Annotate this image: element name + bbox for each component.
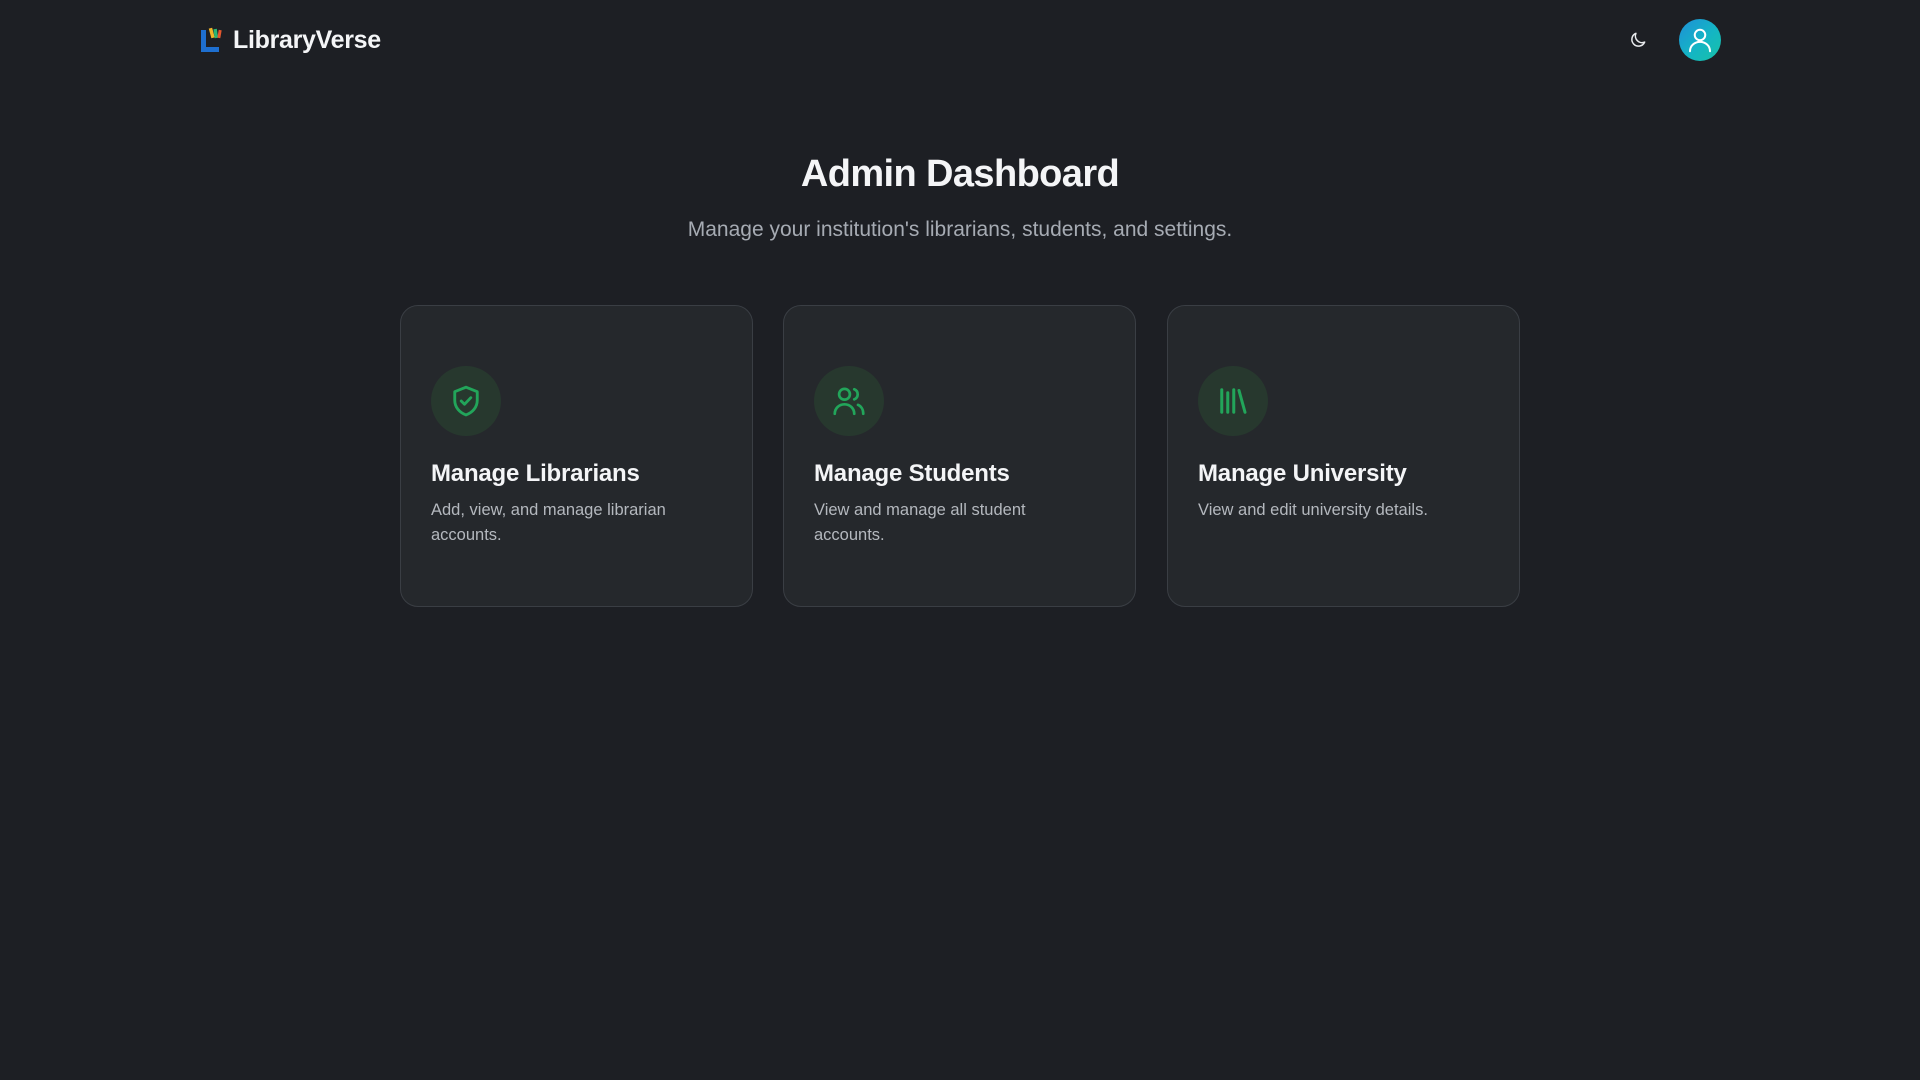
card-title: Manage Librarians [431,460,640,487]
manage-university-card[interactable]: Manage University View and edit universi… [1167,305,1520,607]
dashboard-cards: Manage Librarians Add, view, and manage … [400,305,1520,607]
manage-librarians-card[interactable]: Manage Librarians Add, view, and manage … [400,305,753,607]
theme-toggle-button[interactable] [1620,24,1656,56]
library-logo-icon [201,27,222,52]
page-title: Admin Dashboard [800,153,1120,195]
user-icon [1689,28,1711,53]
card-icon-circle [814,366,884,436]
moon-icon [1631,32,1646,47]
page-subtitle: Manage your institution's librarians, st… [687,218,1233,241]
card-icon-circle [431,366,501,436]
manage-students-card[interactable]: Manage Students View and manage all stud… [783,305,1136,607]
brand-home-link[interactable]: LibraryVerse [199,24,381,56]
hero-section: Admin Dashboard Manage your institution'… [0,150,1920,244]
top-navbar: LibraryVerse [0,0,1920,80]
user-avatar-button[interactable] [1679,19,1721,61]
card-title: Manage University [1198,460,1407,487]
card-icon-circle [1198,366,1268,436]
card-description: View and edit university details. [1198,501,1428,519]
shield-check-icon [453,385,479,417]
brand-name: LibraryVerse [233,25,381,54]
card-description: View and manage all student accounts. [814,501,1026,544]
card-title: Manage Students [814,460,1010,487]
library-books-icon [1220,388,1247,414]
card-description: Add, view, and manage librarian accounts… [431,501,666,544]
users-icon [833,387,865,416]
